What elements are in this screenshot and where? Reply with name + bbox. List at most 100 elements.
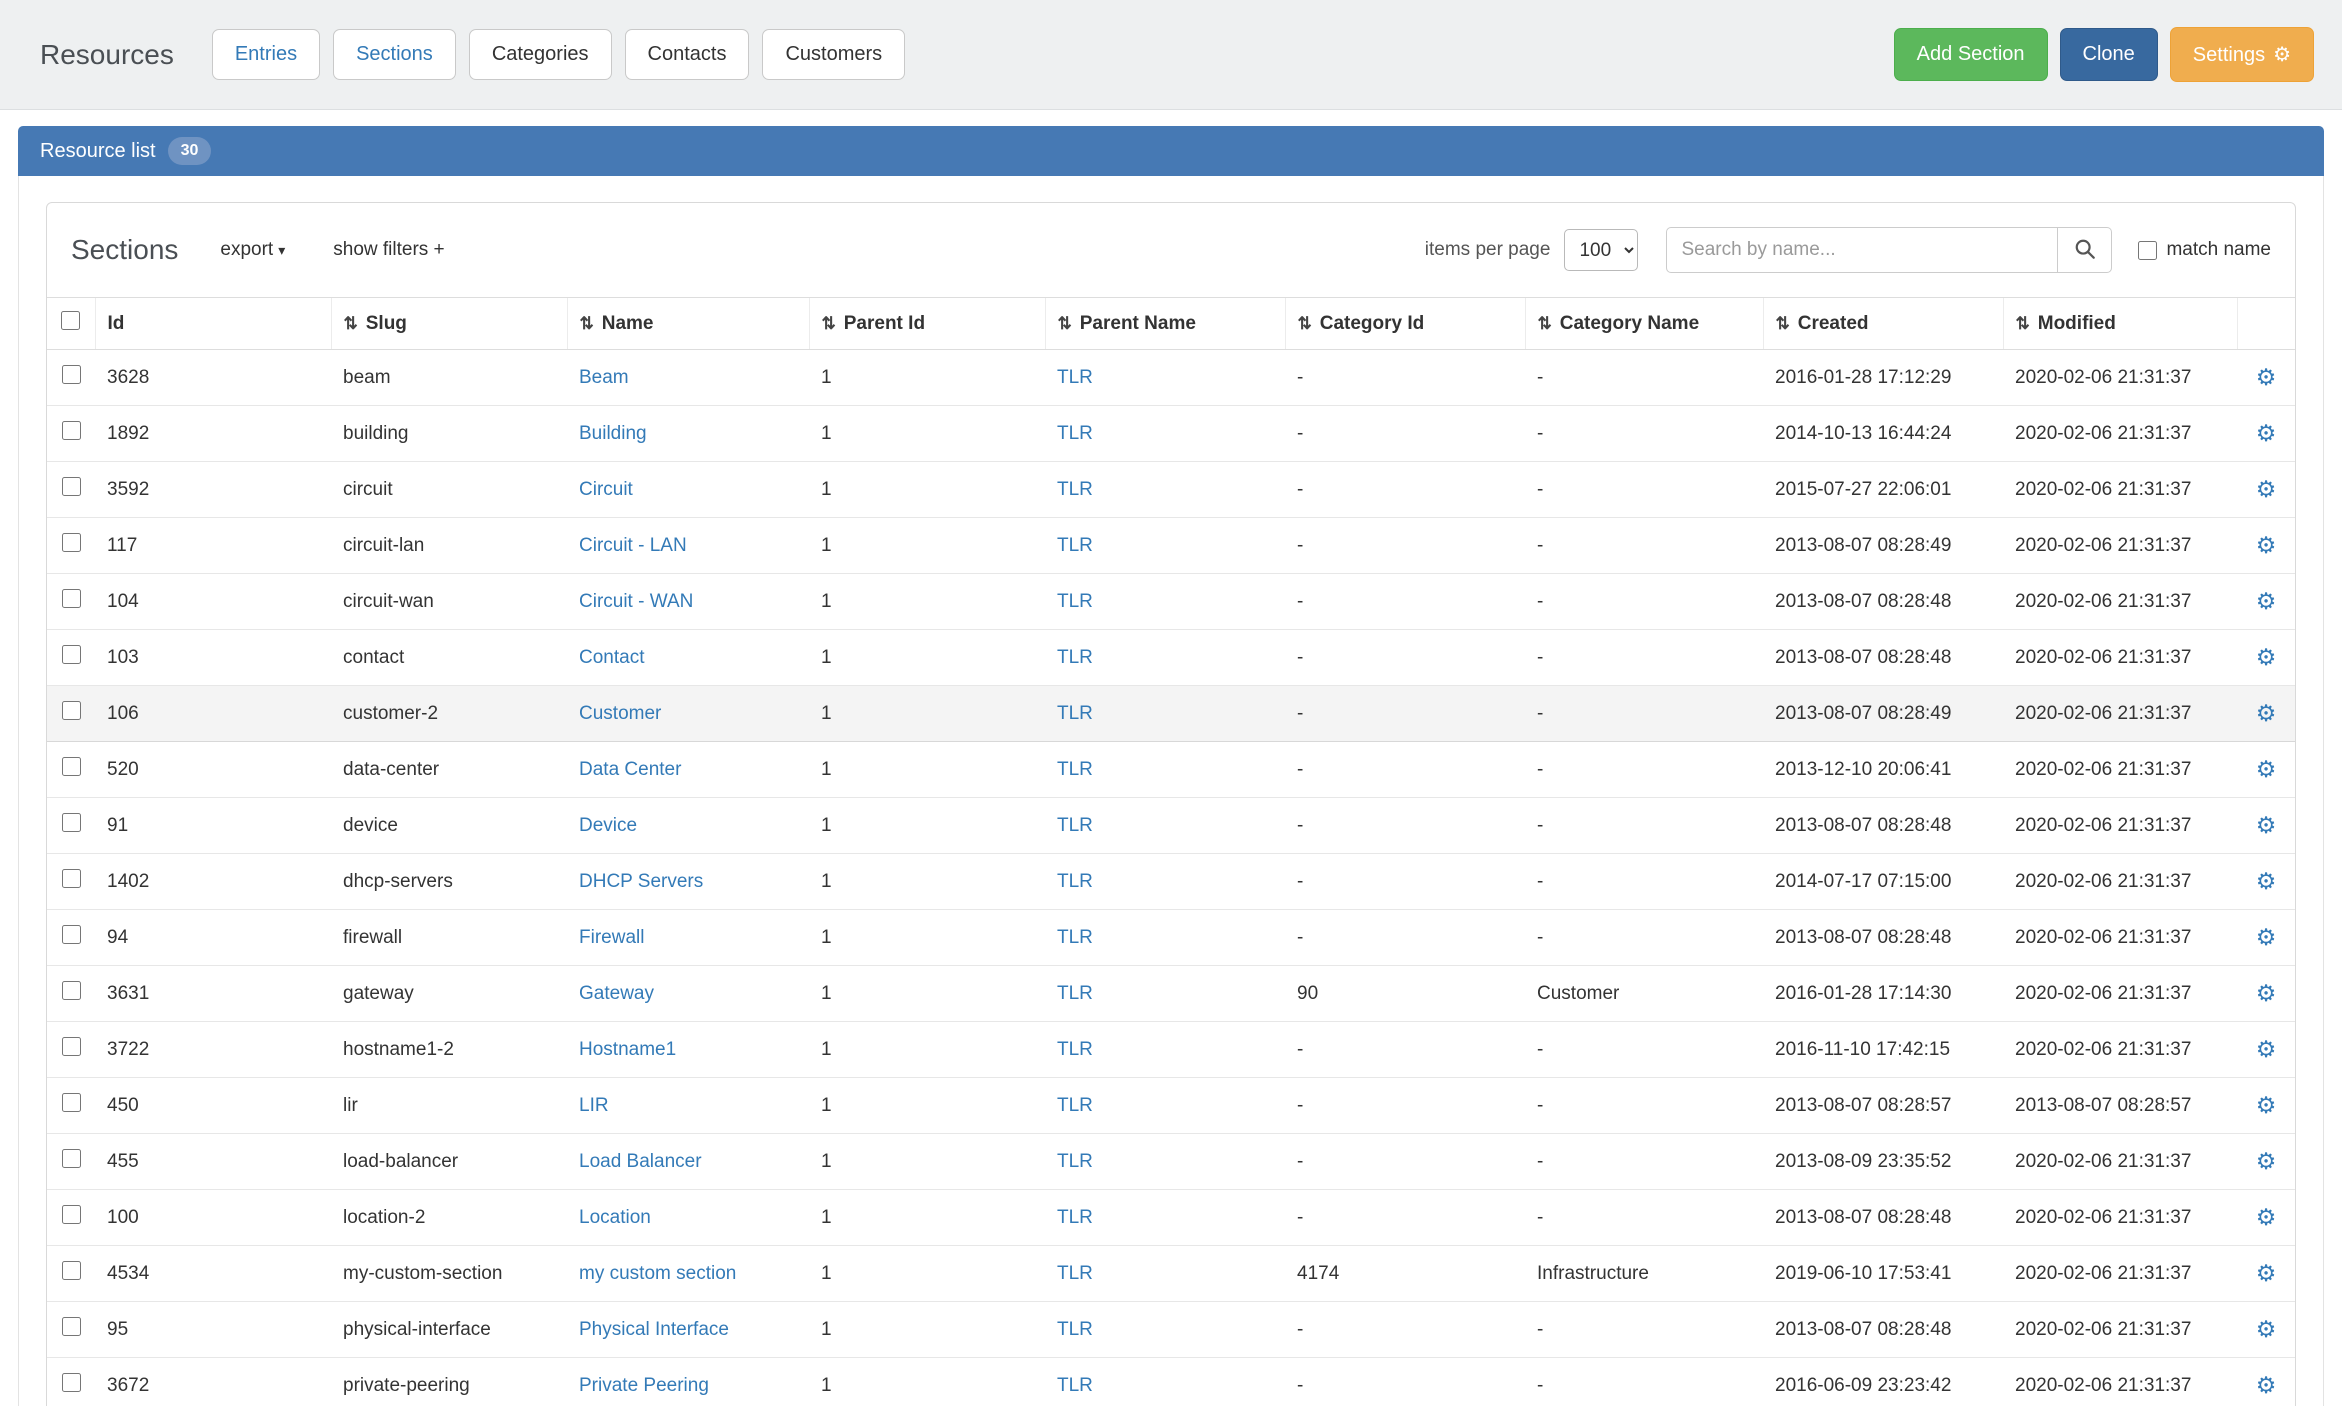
name-link[interactable]: Data Center — [579, 759, 681, 780]
parent-name-link[interactable]: TLR — [1057, 815, 1093, 836]
row-settings-gear-icon[interactable]: ⚙ — [2256, 1372, 2277, 1398]
parent-name-link[interactable]: TLR — [1057, 1319, 1093, 1340]
row-settings-gear-icon[interactable]: ⚙ — [2256, 1036, 2277, 1062]
row-checkbox[interactable] — [62, 1149, 81, 1168]
parent-name-link[interactable]: TLR — [1057, 927, 1093, 948]
row-checkbox[interactable] — [62, 365, 81, 384]
search-button[interactable] — [2058, 227, 2112, 273]
name-link[interactable]: Device — [579, 815, 637, 836]
parent-name-link[interactable]: TLR — [1057, 1263, 1093, 1284]
parent-name-link[interactable]: TLR — [1057, 535, 1093, 556]
column-header-modified[interactable]: ⇅Modified — [2003, 298, 2237, 350]
parent-name-link[interactable]: TLR — [1057, 591, 1093, 612]
name-link[interactable]: Location — [579, 1207, 651, 1228]
parent-name-link[interactable]: TLR — [1057, 703, 1093, 724]
row-settings-gear-icon[interactable]: ⚙ — [2256, 812, 2277, 838]
nav-button-customers[interactable]: Customers — [762, 29, 905, 80]
name-link[interactable]: Contact — [579, 647, 644, 668]
name-link[interactable]: DHCP Servers — [579, 871, 703, 892]
row-settings-gear-icon[interactable]: ⚙ — [2256, 980, 2277, 1006]
row-settings-gear-icon[interactable]: ⚙ — [2256, 588, 2277, 614]
name-link[interactable]: Customer — [579, 703, 661, 724]
row-settings-gear-icon[interactable]: ⚙ — [2256, 1092, 2277, 1118]
row-checkbox[interactable] — [62, 645, 81, 664]
name-link[interactable]: Building — [579, 423, 647, 444]
row-checkbox[interactable] — [62, 701, 81, 720]
row-checkbox[interactable] — [62, 981, 81, 1000]
row-checkbox[interactable] — [62, 1373, 81, 1392]
name-link[interactable]: Gateway — [579, 983, 654, 1004]
export-dropdown[interactable]: export▾ — [220, 239, 285, 261]
row-settings-gear-icon[interactable]: ⚙ — [2256, 644, 2277, 670]
nav-button-contacts[interactable]: Contacts — [625, 29, 750, 80]
name-link[interactable]: Private Peering — [579, 1375, 709, 1396]
column-header-parent-id[interactable]: ⇅Parent Id — [809, 298, 1045, 350]
row-checkbox[interactable] — [62, 869, 81, 888]
parent-name-link[interactable]: TLR — [1057, 647, 1093, 668]
row-settings-gear-icon[interactable]: ⚙ — [2256, 868, 2277, 894]
name-link[interactable]: LIR — [579, 1095, 609, 1116]
row-settings-gear-icon[interactable]: ⚙ — [2256, 476, 2277, 502]
parent-name-link[interactable]: TLR — [1057, 1151, 1093, 1172]
search-input[interactable] — [1666, 227, 2058, 273]
row-settings-gear-icon[interactable]: ⚙ — [2256, 532, 2277, 558]
row-settings-gear-icon[interactable]: ⚙ — [2256, 756, 2277, 782]
nav-button-sections[interactable]: Sections — [333, 29, 456, 80]
row-checkbox[interactable] — [62, 477, 81, 496]
name-link[interactable]: Hostname1 — [579, 1039, 676, 1060]
settings-button[interactable]: Settings⚙ — [2170, 27, 2314, 82]
name-link[interactable]: my custom section — [579, 1263, 736, 1284]
row-checkbox[interactable] — [62, 533, 81, 552]
name-link[interactable]: Circuit - WAN — [579, 591, 693, 612]
select-all-checkbox[interactable] — [61, 311, 80, 330]
row-settings-gear-icon[interactable]: ⚙ — [2256, 700, 2277, 726]
nav-button-categories[interactable]: Categories — [469, 29, 612, 80]
column-header-name[interactable]: ⇅Name — [567, 298, 809, 350]
column-header-category-id[interactable]: ⇅Category Id — [1285, 298, 1525, 350]
nav-button-entries[interactable]: Entries — [212, 29, 320, 80]
row-settings-gear-icon[interactable]: ⚙ — [2256, 1148, 2277, 1174]
column-header-created[interactable]: ⇅Created — [1763, 298, 2003, 350]
clone-button[interactable]: Clone — [2060, 28, 2158, 81]
parent-name-link[interactable]: TLR — [1057, 367, 1093, 388]
add-section-button[interactable]: Add Section — [1894, 28, 2048, 81]
cell-category-name: - — [1525, 1022, 1763, 1078]
name-link[interactable]: Physical Interface — [579, 1319, 729, 1340]
parent-name-link[interactable]: TLR — [1057, 1095, 1093, 1116]
row-settings-gear-icon[interactable]: ⚙ — [2256, 420, 2277, 446]
row-checkbox[interactable] — [62, 813, 81, 832]
name-link[interactable]: Load Balancer — [579, 1151, 702, 1172]
name-link[interactable]: Circuit - LAN — [579, 535, 687, 556]
row-settings-gear-icon[interactable]: ⚙ — [2256, 1260, 2277, 1286]
match-name-checkbox[interactable] — [2138, 241, 2157, 260]
name-link[interactable]: Beam — [579, 367, 629, 388]
parent-name-link[interactable]: TLR — [1057, 479, 1093, 500]
parent-name-link[interactable]: TLR — [1057, 1039, 1093, 1060]
parent-name-link[interactable]: TLR — [1057, 1375, 1093, 1396]
row-checkbox[interactable] — [62, 421, 81, 440]
row-checkbox[interactable] — [62, 1205, 81, 1224]
column-header-parent-name[interactable]: ⇅Parent Name — [1045, 298, 1285, 350]
name-link[interactable]: Firewall — [579, 927, 644, 948]
parent-name-link[interactable]: TLR — [1057, 423, 1093, 444]
parent-name-link[interactable]: TLR — [1057, 1207, 1093, 1228]
row-settings-gear-icon[interactable]: ⚙ — [2256, 924, 2277, 950]
items-per-page-select[interactable]: 100 — [1564, 229, 1638, 271]
row-checkbox[interactable] — [62, 589, 81, 608]
parent-name-link[interactable]: TLR — [1057, 759, 1093, 780]
row-settings-gear-icon[interactable]: ⚙ — [2256, 1204, 2277, 1230]
column-header-slug[interactable]: ⇅Slug — [331, 298, 567, 350]
row-checkbox[interactable] — [62, 1317, 81, 1336]
row-settings-gear-icon[interactable]: ⚙ — [2256, 1316, 2277, 1342]
row-checkbox[interactable] — [62, 1261, 81, 1280]
row-checkbox[interactable] — [62, 757, 81, 776]
name-link[interactable]: Circuit — [579, 479, 633, 500]
row-checkbox[interactable] — [62, 1093, 81, 1112]
row-checkbox[interactable] — [62, 1037, 81, 1056]
parent-name-link[interactable]: TLR — [1057, 983, 1093, 1004]
row-checkbox[interactable] — [62, 925, 81, 944]
row-settings-gear-icon[interactable]: ⚙ — [2256, 364, 2277, 390]
show-filters-toggle[interactable]: show filters + — [333, 239, 444, 261]
parent-name-link[interactable]: TLR — [1057, 871, 1093, 892]
column-header-category-name[interactable]: ⇅Category Name — [1525, 298, 1763, 350]
